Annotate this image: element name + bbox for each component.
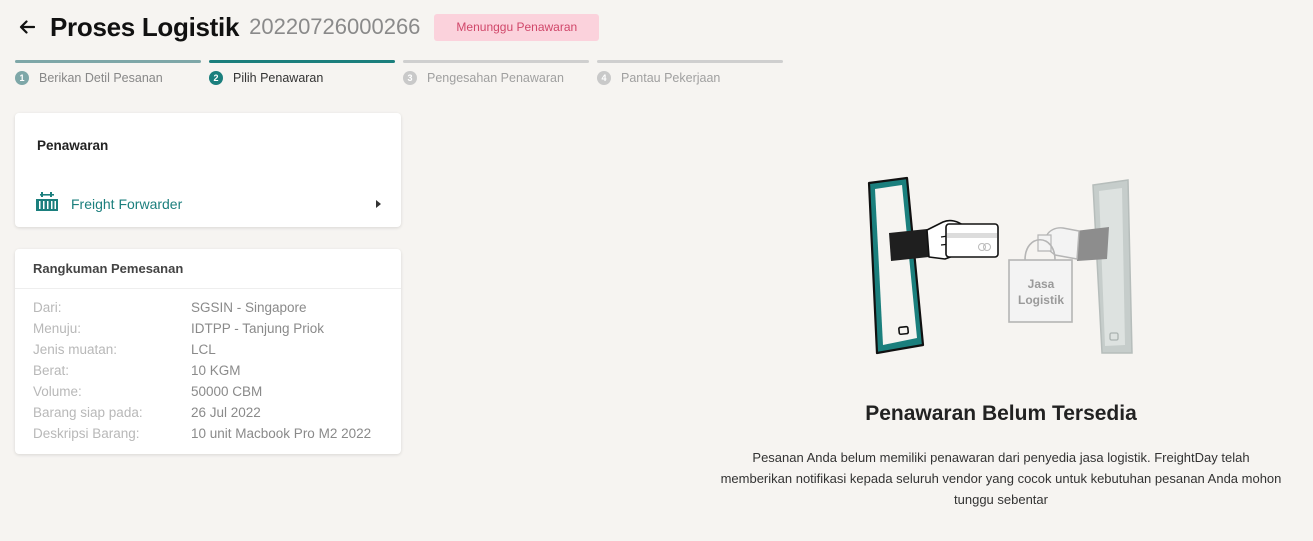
order-id: 20220726000266 bbox=[249, 14, 421, 39]
summary-value: 10 unit Macbook Pro M2 2022 bbox=[191, 426, 372, 441]
summary-value: SGSIN - Singapore bbox=[191, 300, 307, 315]
summary-row-volume: Volume: 50000 CBM bbox=[33, 384, 371, 405]
page-title: Proses Logistik bbox=[50, 11, 240, 42]
summary-row-menuju: Menuju: IDTPP - Tanjung Priok bbox=[33, 321, 371, 342]
step-bar bbox=[403, 60, 589, 63]
step-label: Pengesahan Penawaran bbox=[427, 71, 564, 85]
summary-label: Dari: bbox=[33, 300, 62, 315]
step-label: Pantau Pekerjaan bbox=[621, 71, 721, 85]
step-number: 1 bbox=[15, 71, 29, 85]
summary-title: Rangkuman Pemesanan bbox=[15, 249, 401, 289]
phone-left-icon bbox=[867, 176, 925, 355]
freight-forwarder-label: Freight Forwarder bbox=[71, 196, 183, 212]
caret-right-icon bbox=[376, 200, 381, 208]
container-icon bbox=[35, 191, 59, 218]
summary-row-jenis-muatan: Jenis muatan: LCL bbox=[33, 342, 371, 363]
summary-label: Menuju: bbox=[33, 321, 82, 336]
summary-label: Barang siap pada: bbox=[33, 405, 143, 420]
step-pantau-pekerjaan: 4 Pantau Pekerjaan bbox=[597, 60, 783, 85]
summary-label: Berat: bbox=[33, 363, 70, 378]
summary-row-berat: Berat: 10 KGM bbox=[33, 363, 371, 384]
step-label: Pilih Penawaran bbox=[233, 71, 324, 85]
bag-label: Jasa Logistik bbox=[1017, 277, 1064, 307]
offer-card-title: Penawaran bbox=[37, 138, 109, 153]
step-bar bbox=[15, 60, 201, 63]
step-bar bbox=[209, 60, 395, 63]
offer-card: Penawaran Freight Forwarder bbox=[15, 113, 401, 227]
summary-value: 10 KGM bbox=[191, 363, 241, 378]
summary-label: Jenis muatan: bbox=[33, 342, 118, 357]
empty-state-description: Pesanan Anda belum memiliki penawaran da… bbox=[720, 450, 1282, 507]
summary-row-barang-siap: Barang siap pada: 26 Jul 2022 bbox=[33, 405, 371, 426]
summary-value: LCL bbox=[191, 342, 216, 357]
page-header: Proses Logistik 20220726000266 Menunggu … bbox=[16, 10, 600, 44]
status-badge: Menunggu Penawaran bbox=[434, 13, 600, 41]
step-bar bbox=[597, 60, 783, 63]
summary-value: 50000 CBM bbox=[191, 384, 263, 399]
step-pengesahan-penawaran: 3 Pengesahan Penawaran bbox=[403, 60, 589, 85]
summary-details: Dari: SGSIN - Singapore Menuju: IDTPP - … bbox=[33, 300, 371, 447]
freight-forwarder-item[interactable]: Freight Forwarder bbox=[35, 191, 381, 217]
summary-row-dari: Dari: SGSIN - Singapore bbox=[33, 300, 371, 321]
step-number: 2 bbox=[209, 71, 223, 85]
step-berikan-detil-pesanan: 1 Berikan Detil Pesanan bbox=[15, 60, 201, 85]
step-number: 3 bbox=[403, 71, 417, 85]
step-label: Berikan Detil Pesanan bbox=[39, 71, 163, 85]
empty-state-title: Penawaran Belum Tersedia bbox=[865, 402, 1137, 425]
summary-row-deskripsi: Deskripsi Barang: 10 unit Macbook Pro M2… bbox=[33, 426, 371, 447]
back-arrow-icon[interactable] bbox=[16, 16, 38, 38]
summary-value: IDTPP - Tanjung Priok bbox=[191, 321, 325, 336]
step-number: 4 bbox=[597, 71, 611, 85]
no-offer-illustration: Jasa Logistik bbox=[855, 175, 1155, 365]
summary-label: Volume: bbox=[33, 384, 82, 399]
progress-stepper: 1 Berikan Detil Pesanan 2 Pilih Penawara… bbox=[15, 60, 791, 85]
step-pilih-penawaran: 2 Pilih Penawaran bbox=[209, 60, 395, 85]
phone-right-icon bbox=[1092, 179, 1133, 354]
order-summary-card: Rangkuman Pemesanan Dari: SGSIN - Singap… bbox=[15, 249, 401, 454]
summary-value: 26 Jul 2022 bbox=[191, 405, 261, 420]
summary-label: Deskripsi Barang: bbox=[33, 426, 140, 441]
